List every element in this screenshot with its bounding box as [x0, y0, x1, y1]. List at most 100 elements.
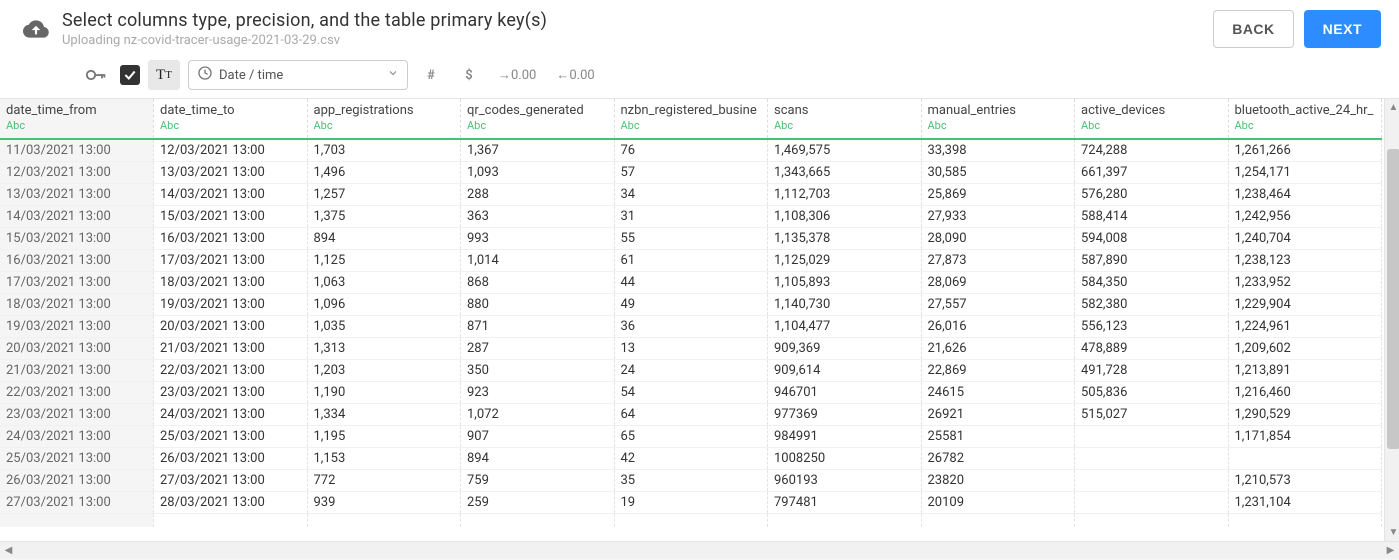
table-cell[interactable]: 1,238,123: [1228, 249, 1382, 271]
scroll-right-arrow-icon[interactable]: ▶: [1382, 542, 1399, 559]
table-cell[interactable]: 18/03/2021 13:00: [0, 293, 154, 315]
table-cell[interactable]: 1,014: [461, 249, 615, 271]
table-row[interactable]: 21/03/2021 13:0022/03/2021 13:001,203350…: [0, 359, 1382, 381]
table-cell[interactable]: 594,008: [1075, 227, 1229, 249]
table-cell[interactable]: 515,027: [1075, 403, 1229, 425]
scroll-left-arrow-icon[interactable]: ◀: [0, 542, 17, 559]
table-cell[interactable]: 1,703: [307, 139, 461, 161]
table-cell[interactable]: 27/03/2021 13:00: [0, 491, 154, 513]
table-cell[interactable]: 1,257: [307, 183, 461, 205]
table-cell[interactable]: [1075, 469, 1229, 491]
table-cell[interactable]: 20/03/2021 13:00: [154, 315, 308, 337]
table-cell[interactable]: 27/03/2021 13:00: [154, 469, 308, 491]
table-cell[interactable]: 1,240,704: [1228, 227, 1382, 249]
table-cell[interactable]: 582,380: [1075, 293, 1229, 315]
table-row[interactable]: 15/03/2021 13:0016/03/2021 13:0089499355…: [0, 227, 1382, 249]
column-type-dropdown[interactable]: Date / time: [188, 60, 408, 90]
table-cell[interactable]: 946701: [768, 381, 922, 403]
table-cell[interactable]: 57: [614, 161, 768, 183]
table-cell[interactable]: 797481: [768, 491, 922, 513]
number-type-button[interactable]: #: [416, 60, 446, 90]
table-cell[interactable]: 1,313: [307, 337, 461, 359]
table-cell[interactable]: 76: [614, 139, 768, 161]
table-cell[interactable]: 15/03/2021 13:00: [154, 205, 308, 227]
table-cell[interactable]: 288: [461, 183, 615, 205]
table-cell[interactable]: 1,153: [307, 447, 461, 469]
table-cell[interactable]: 14/03/2021 13:00: [154, 183, 308, 205]
text-type-button[interactable]: TT: [148, 60, 180, 90]
table-cell[interactable]: 363: [461, 205, 615, 227]
table-cell[interactable]: 661,397: [1075, 161, 1229, 183]
currency-type-button[interactable]: $: [454, 60, 484, 90]
table-cell[interactable]: 31: [614, 205, 768, 227]
table-cell[interactable]: 1,224,961: [1228, 315, 1382, 337]
table-cell[interactable]: 1,334: [307, 403, 461, 425]
table-row[interactable]: 23/03/2021 13:0024/03/2021 13:001,3341,0…: [0, 403, 1382, 425]
table-cell[interactable]: 15/03/2021 13:00: [0, 227, 154, 249]
table-row[interactable]: 25/03/2021 13:0026/03/2021 13:001,153894…: [0, 447, 1382, 469]
table-cell[interactable]: 993: [461, 227, 615, 249]
table-cell[interactable]: [1228, 447, 1382, 469]
table-cell[interactable]: 772: [307, 469, 461, 491]
table-cell[interactable]: 22/03/2021 13:00: [0, 381, 154, 403]
table-cell[interactable]: 23/03/2021 13:00: [154, 381, 308, 403]
table-cell[interactable]: 17/03/2021 13:00: [0, 271, 154, 293]
table-row[interactable]: 19/03/2021 13:0020/03/2021 13:001,035871…: [0, 315, 1382, 337]
decrease-decimals-button[interactable]: ←0.00: [550, 60, 600, 90]
table-cell[interactable]: 1,195: [307, 425, 461, 447]
table-cell[interactable]: 24: [614, 359, 768, 381]
table-cell[interactable]: 22,869: [921, 359, 1075, 381]
table-cell[interactable]: 24/03/2021 13:00: [154, 403, 308, 425]
table-cell[interactable]: 1,231,104: [1228, 491, 1382, 513]
table-cell[interactable]: 17/03/2021 13:00: [154, 249, 308, 271]
table-cell[interactable]: 724,288: [1075, 139, 1229, 161]
table-row[interactable]: 17/03/2021 13:0018/03/2021 13:001,063868…: [0, 271, 1382, 293]
table-cell[interactable]: 1,343,665: [768, 161, 922, 183]
table-cell[interactable]: 923: [461, 381, 615, 403]
table-cell[interactable]: 1,125: [307, 249, 461, 271]
back-button[interactable]: BACK: [1213, 10, 1293, 48]
table-cell[interactable]: 478,889: [1075, 337, 1229, 359]
table-row[interactable]: 22/03/2021 13:0023/03/2021 13:001,190923…: [0, 381, 1382, 403]
table-cell[interactable]: 30,585: [921, 161, 1075, 183]
table-cell[interactable]: 1,261,266: [1228, 139, 1382, 161]
table-cell[interactable]: 556,123: [1075, 315, 1229, 337]
table-cell[interactable]: 909,614: [768, 359, 922, 381]
table-cell[interactable]: 55: [614, 227, 768, 249]
table-cell[interactable]: 27,933: [921, 205, 1075, 227]
table-row[interactable]: 16/03/2021 13:0017/03/2021 13:001,1251,0…: [0, 249, 1382, 271]
table-cell[interactable]: 23820: [921, 469, 1075, 491]
table-cell[interactable]: 1,190: [307, 381, 461, 403]
table-cell[interactable]: 1008250: [768, 447, 922, 469]
table-cell[interactable]: 1,229,904: [1228, 293, 1382, 315]
table-cell[interactable]: 1,105,893: [768, 271, 922, 293]
table-cell[interactable]: 1,203: [307, 359, 461, 381]
table-cell[interactable]: 1,112,703: [768, 183, 922, 205]
table-cell[interactable]: 1,108,306: [768, 205, 922, 227]
table-cell[interactable]: 1,072: [461, 403, 615, 425]
table-cell[interactable]: 587,890: [1075, 249, 1229, 271]
table-row[interactable]: 27/03/2021 13:0028/03/2021 13:0093925919…: [0, 491, 1382, 513]
table-cell[interactable]: 576,280: [1075, 183, 1229, 205]
table-cell[interactable]: 20109: [921, 491, 1075, 513]
horizontal-scrollbar[interactable]: ◀ ▶: [0, 541, 1399, 558]
table-cell[interactable]: 34: [614, 183, 768, 205]
column-header[interactable]: date_time_toAbc: [154, 99, 308, 139]
table-cell[interactable]: 25,869: [921, 183, 1075, 205]
table-cell[interactable]: 1,125,029: [768, 249, 922, 271]
table-cell[interactable]: 20/03/2021 13:00: [0, 337, 154, 359]
scroll-down-arrow-icon[interactable]: ▼: [1385, 524, 1399, 541]
table-cell[interactable]: 26,016: [921, 315, 1075, 337]
table-cell[interactable]: 64: [614, 403, 768, 425]
table-cell[interactable]: 49: [614, 293, 768, 315]
table-cell[interactable]: 1,210,573: [1228, 469, 1382, 491]
table-row[interactable]: 12/03/2021 13:0013/03/2021 13:001,4961,0…: [0, 161, 1382, 183]
table-cell[interactable]: 21/03/2021 13:00: [0, 359, 154, 381]
table-cell[interactable]: 13/03/2021 13:00: [0, 183, 154, 205]
table-cell[interactable]: 12/03/2021 13:00: [0, 161, 154, 183]
table-cell[interactable]: 1,096: [307, 293, 461, 315]
table-cell[interactable]: 16/03/2021 13:00: [154, 227, 308, 249]
table-cell[interactable]: 25/03/2021 13:00: [154, 425, 308, 447]
table-cell[interactable]: 1,104,477: [768, 315, 922, 337]
table-row[interactable]: 14/03/2021 13:0015/03/2021 13:001,375363…: [0, 205, 1382, 227]
